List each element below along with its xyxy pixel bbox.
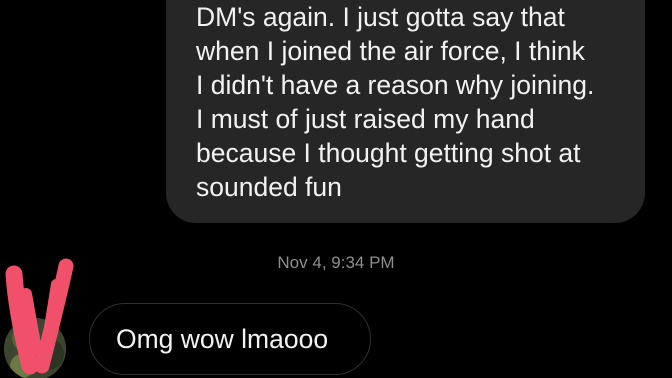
incoming-message-text: Omg wow lmaooo: [116, 324, 329, 354]
message-timestamp: Nov 4, 9:34 PM: [277, 253, 395, 272]
outgoing-message-line: I didn't have a reason why joining.: [196, 70, 595, 100]
outgoing-message-line: I must of just raised my hand: [196, 104, 535, 134]
incoming-message-bubble[interactable]: Omg wow lmaooo: [89, 303, 371, 375]
outgoing-message-line: sounded fun: [196, 172, 342, 202]
outgoing-message-line: because I thought getting shot at: [196, 138, 581, 168]
outgoing-message-bubble[interactable]: DM's again. I just gotta say that when I…: [166, 0, 645, 223]
dm-thread-screen: DM's again. I just gotta say that when I…: [0, 0, 672, 378]
outgoing-message-line: when I joined the air force, I think: [196, 36, 585, 66]
outgoing-message-line: DM's again. I just gotta say that: [196, 2, 565, 32]
red-scribble-redaction-icon: [5, 258, 74, 375]
